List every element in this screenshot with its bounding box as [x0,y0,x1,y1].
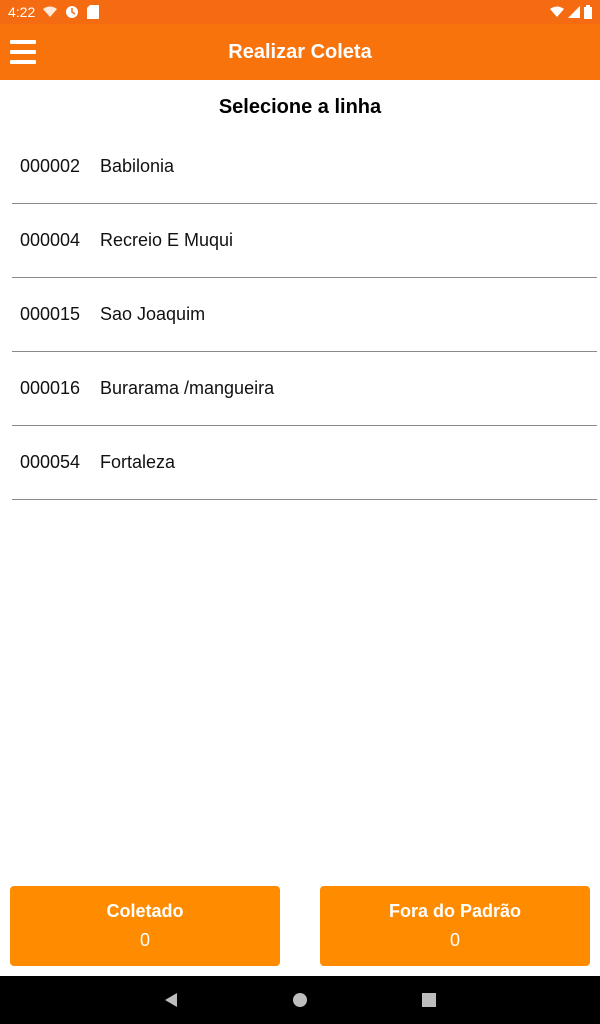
collected-button[interactable]: Coletado 0 [10,886,280,966]
wifi-signal-icon [550,6,564,17]
line-code: 000002 [20,156,81,176]
section-heading: Selecione a linha [218,96,382,118]
clock-icon [66,6,79,18]
out-of-standard-label: Fora do Padrão [388,901,522,921]
sd-card-icon [87,5,100,19]
line-name: Fortaleza [100,452,176,472]
out-of-standard-button[interactable]: Fora do Padrão 0 [320,886,590,966]
out-of-standard-count: 0 [449,930,460,950]
line-code: 000004 [20,230,81,250]
collected-count: 0 [139,930,150,950]
collected-label: Coletado [106,901,184,921]
app-bar: Realizar Coleta [0,24,600,80]
navigation-bar [0,976,600,1024]
line-code: 000015 [20,304,81,324]
back-icon[interactable] [163,992,179,1008]
list-item[interactable]: 000016 Burarama /mangueira [12,352,597,426]
home-icon[interactable] [292,992,308,1008]
recents-icon[interactable] [421,992,437,1008]
line-name: Burarama /mangueira [100,378,275,398]
line-code: 000016 [20,378,81,398]
line-name: Sao Joaquim [100,304,206,324]
status-time: 4:22 [8,4,36,20]
list-item[interactable]: 000015 Sao Joaquim [12,278,597,352]
list-item[interactable]: 000054 Fortaleza [12,426,597,500]
page-title: Realizar Coleta [228,40,372,63]
line-name: Babilonia [100,156,175,176]
status-bar: 4:22 [0,0,600,24]
cell-signal-icon [568,6,580,18]
line-code: 000054 [20,452,81,472]
menu-icon[interactable] [10,40,36,64]
list-item[interactable]: 000004 Recreio E Muqui [12,204,597,278]
list-item[interactable]: 000002 Babilonia [12,130,597,204]
line-list: 000002 Babilonia 000004 Recreio E Muqui … [12,130,597,500]
battery-icon [584,5,592,19]
line-name: Recreio E Muqui [100,230,234,250]
wifi-icon [43,6,58,17]
